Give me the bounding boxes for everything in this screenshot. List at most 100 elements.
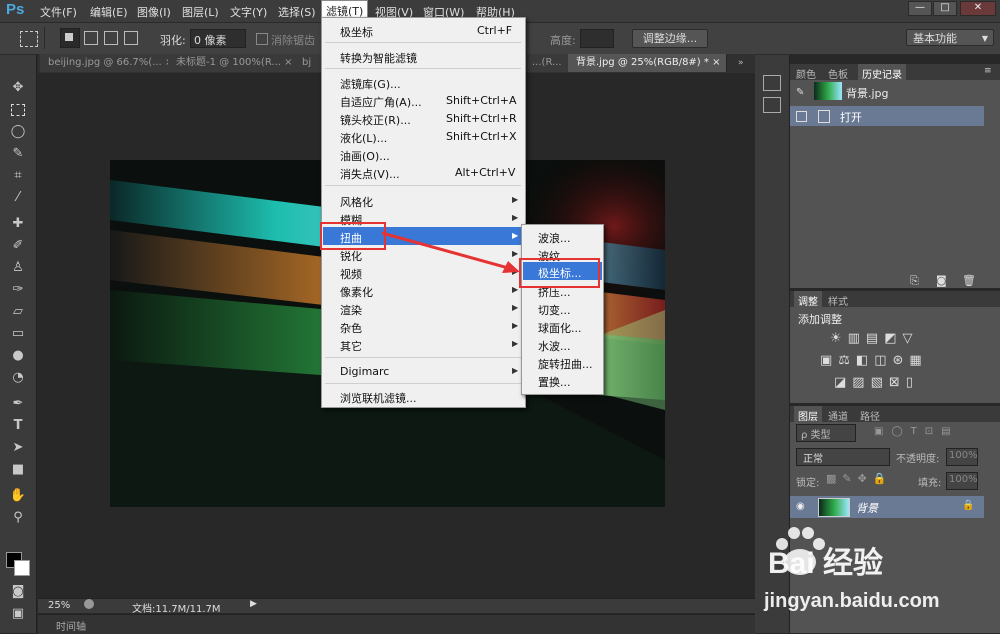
tab-history[interactable]: 历史记录 (858, 64, 906, 83)
menu-item-oil-paint[interactable]: 油画(O)... (340, 148, 390, 164)
refine-edge-button[interactable]: 调整边缘... (632, 29, 708, 48)
properties-panel-icon[interactable] (763, 97, 781, 113)
zoom-tool-icon[interactable]: ⚲ (6, 509, 30, 527)
tab-paths[interactable]: 路径 (860, 408, 880, 423)
healing-brush-tool-icon[interactable]: ✚ (6, 215, 30, 233)
zoom-level[interactable]: 25% (48, 600, 70, 611)
timeline-bar[interactable]: 时间轴 (38, 614, 755, 634)
status-info-icon[interactable] (84, 599, 94, 609)
history-brush-tool-icon[interactable]: ✑ (6, 281, 30, 299)
panel-menu-icon[interactable]: ≡ (984, 66, 992, 76)
menu-item-lens-correction[interactable]: 镜头校正(R)... (340, 112, 411, 128)
adjustment-icons-row-3[interactable]: ◪▨▧⊠▯ (834, 375, 919, 390)
layer-row-background[interactable]: ◉ 背景 🔒 (790, 496, 984, 518)
eraser-tool-icon[interactable]: ▱ (6, 303, 30, 321)
new-selection-icon[interactable] (60, 28, 80, 48)
feather-input[interactable]: 0 像素 (190, 29, 246, 48)
submenu-item-displace[interactable]: 置换... (538, 374, 571, 390)
menu-select[interactable]: 选择(S) (278, 4, 316, 20)
snapshot-brush-icon[interactable]: ✎ (796, 87, 804, 98)
menu-item-adaptive-wide[interactable]: 自适应广角(A)... (340, 94, 422, 110)
menu-file[interactable]: 文件(F) (40, 4, 77, 20)
maximize-button[interactable]: □ (933, 1, 957, 16)
menu-item-stylize[interactable]: 风格化 (340, 194, 373, 210)
menu-item-filter-gallery[interactable]: 滤镜库(G)... (340, 76, 401, 92)
minimize-button[interactable]: — (908, 1, 932, 16)
menu-image[interactable]: 图像(I) (137, 4, 171, 20)
trash-icon[interactable]: 🗑 (962, 274, 976, 287)
tab-styles[interactable]: 样式 (828, 293, 848, 308)
marquee-tool-icon[interactable] (6, 101, 30, 119)
submenu-item-zigzag[interactable]: 水波... (538, 338, 571, 354)
tab-untitled[interactable]: 未标题-1 @ 100%(R... × (168, 54, 301, 72)
move-tool-icon[interactable]: ✥ (6, 79, 30, 97)
new-document-from-state-icon[interactable]: ⎘ (910, 274, 919, 288)
crop-tool-icon[interactable]: ⌗ (6, 167, 30, 185)
hand-tool-icon[interactable]: ✋ (6, 487, 30, 505)
tab-layers[interactable]: 图层 (794, 406, 822, 425)
menu-item-digimarc[interactable]: Digimarc (340, 365, 389, 378)
brush-tool-icon[interactable]: ✐ (6, 237, 30, 255)
submenu-item-wave[interactable]: 波浪... (538, 230, 571, 246)
blend-mode-select[interactable]: 正常 (796, 448, 890, 466)
marquee-preset-icon[interactable] (20, 31, 38, 47)
menu-edit[interactable]: 编辑(E) (90, 4, 128, 20)
snapshot-thumbnail[interactable] (814, 82, 842, 100)
type-tool-icon[interactable]: T (6, 417, 30, 435)
menu-item-convert-smart[interactable]: 转换为智能滤镜 (340, 50, 417, 66)
tab-beijing[interactable]: beijing.jpg @ 66.7%(... × (40, 54, 175, 72)
menu-item-last-filter[interactable]: 极坐标 (340, 24, 373, 40)
close-button[interactable]: ✕ (960, 1, 996, 16)
background-color-swatch[interactable] (14, 560, 30, 576)
tab-channels[interactable]: 通道 (828, 408, 848, 423)
add-selection-icon[interactable] (84, 31, 98, 45)
menu-item-liquify[interactable]: 液化(L)... (340, 130, 387, 146)
menu-type[interactable]: 文字(Y) (230, 4, 267, 20)
eyedropper-tool-icon[interactable]: ⁄ (6, 189, 30, 207)
snapshot-name[interactable]: 背景.jpg (846, 85, 889, 101)
shape-tool-icon[interactable]: ■ (6, 461, 30, 479)
menu-item-pixelate[interactable]: 像素化 (340, 284, 373, 300)
submenu-item-spherize[interactable]: 球面化... (538, 320, 582, 336)
dodge-tool-icon[interactable]: ◔ (6, 369, 30, 387)
opacity-input[interactable]: 100% (946, 448, 978, 466)
layer-filter-select[interactable]: ρ 类型 (796, 424, 856, 442)
tab-overflow-icon[interactable]: » (738, 58, 744, 68)
history-source-checkbox[interactable] (796, 111, 807, 122)
quick-select-tool-icon[interactable]: ✎ (6, 145, 30, 163)
menu-item-render[interactable]: 渲染 (340, 302, 362, 318)
menu-layer[interactable]: 图层(L) (182, 4, 219, 20)
stamp-tool-icon[interactable]: ♙ (6, 259, 30, 277)
pen-tool-icon[interactable]: ✒ (6, 395, 30, 413)
submenu-item-twirl[interactable]: 旋转扭曲... (538, 356, 593, 372)
height-input[interactable] (580, 29, 614, 48)
menu-item-vanishing-point[interactable]: 消失点(V)... (340, 166, 400, 182)
camera-icon[interactable]: ◙ (936, 274, 947, 287)
history-step-row[interactable]: 打开 (790, 106, 984, 126)
fill-input[interactable]: 100% (946, 472, 978, 490)
lasso-tool-icon[interactable]: ◯ (6, 123, 30, 141)
history-panel-icon[interactable] (763, 75, 781, 91)
tab-adjustments[interactable]: 调整 (794, 291, 822, 310)
submenu-item-shear[interactable]: 切变... (538, 302, 571, 318)
screen-mode-icon[interactable]: ▣ (6, 605, 30, 623)
path-select-tool-icon[interactable]: ➤ (6, 439, 30, 457)
adjustment-icons-row-1[interactable]: ☀▥▤◩▽ (830, 331, 919, 346)
tab-background-active[interactable]: 背景.jpg @ 25%(RGB/8#) * × (568, 54, 727, 72)
tab-swatches[interactable]: 色板 (828, 66, 848, 81)
menu-item-video[interactable]: 视频 (340, 266, 362, 282)
menu-item-sharpen[interactable]: 锐化 (340, 248, 362, 264)
menu-item-browse-online[interactable]: 浏览联机滤镜... (340, 390, 417, 406)
quick-mask-icon[interactable]: ◙ (6, 583, 30, 601)
antialias-checkbox[interactable] (256, 33, 268, 45)
layer-filter-icons[interactable]: ▣◯T⊡▤ (874, 426, 959, 437)
layer-name[interactable]: 背景 (856, 500, 878, 516)
tab-color[interactable]: 颜色 (796, 66, 816, 81)
blur-tool-icon[interactable]: ● (6, 347, 30, 365)
menu-item-noise[interactable]: 杂色 (340, 320, 362, 336)
subtract-selection-icon[interactable] (104, 31, 118, 45)
status-menu-arrow-icon[interactable]: ▶ (250, 599, 257, 609)
visibility-eye-icon[interactable]: ◉ (796, 501, 805, 512)
gradient-tool-icon[interactable]: ▭ (6, 325, 30, 343)
menu-item-other[interactable]: 其它 (340, 338, 362, 354)
